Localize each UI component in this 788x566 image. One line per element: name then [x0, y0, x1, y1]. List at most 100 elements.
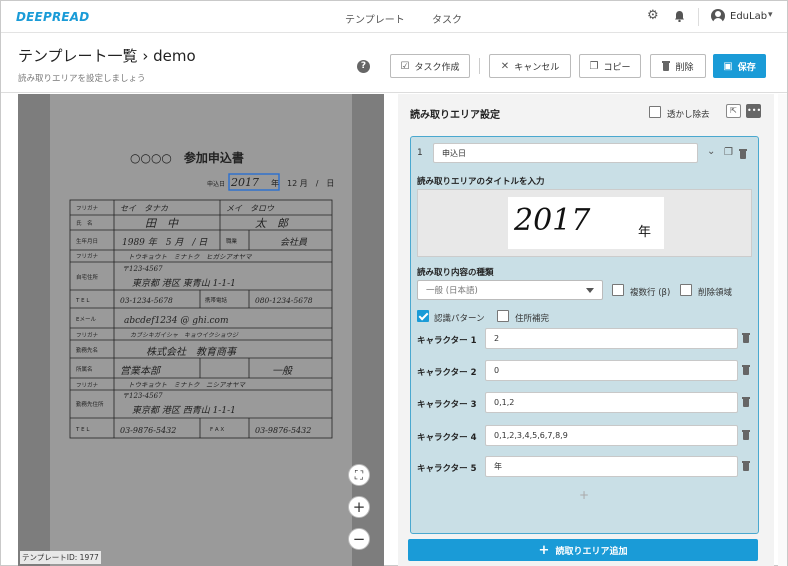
- trash-icon[interactable]: [742, 365, 750, 375]
- copy-button[interactable]: ❐ コピー: [579, 54, 641, 78]
- fit-screen-icon[interactable]: ⛶: [348, 464, 370, 486]
- chevron-down-icon[interactable]: ⌄: [707, 146, 715, 157]
- svg-text:所属名: 所属名: [76, 365, 93, 373]
- svg-text:一般: 一般: [272, 365, 293, 377]
- checkbox-icon: ☑: [400, 60, 410, 72]
- svg-text:セイ タナカ: セイ タナカ: [120, 204, 168, 213]
- trash-icon[interactable]: [742, 333, 750, 343]
- form-handwriting: セイ タナカ メイ タロウ 田 中 太 郎 1989 年 5 月 / 日 会社員…: [120, 204, 313, 435]
- character-label: キャラクター 4: [417, 433, 477, 443]
- bell-icon[interactable]: [674, 10, 685, 22]
- svg-text:勤務先住所: 勤務先住所: [76, 400, 104, 408]
- svg-text:T E L: T E L: [75, 298, 90, 304]
- form-title: ○○○○ 参加申込書: [130, 150, 244, 165]
- pattern-checkbox[interactable]: [417, 310, 429, 322]
- multiline-label: 複数行 (β): [630, 288, 671, 298]
- svg-text:カブシキガイシャ キョウイクショウジ: カブシキガイシャ キョウイクショウジ: [130, 331, 239, 339]
- date-year: 2017: [230, 176, 259, 189]
- close-icon: ✕: [500, 60, 510, 72]
- preview-image: 2017 年: [508, 197, 664, 249]
- create-task-button[interactable]: ☑ タスク作成: [390, 54, 470, 78]
- type-select[interactable]: 一般 (日本語): [417, 280, 603, 300]
- date-rest: 年 12 月 / 日: [271, 178, 334, 188]
- copy-icon[interactable]: ❐: [724, 147, 733, 158]
- zoom-in-icon[interactable]: +: [348, 496, 370, 518]
- preview-handwriting: 2017: [514, 203, 591, 238]
- read-area-card: 1 申込日 ⌄ ❐ 読み取りエリアのタイトルを入力 2017 年 読み取り内容の…: [410, 136, 759, 534]
- character-input[interactable]: 0: [485, 360, 738, 381]
- page-title: テンプレート一覧 › demo: [18, 47, 196, 65]
- character-label: キャラクター 1: [417, 336, 477, 346]
- watermark-checkbox[interactable]: [649, 106, 661, 118]
- svg-text:Eメール: Eメール: [76, 317, 96, 323]
- add-character-icon[interactable]: +: [579, 488, 589, 502]
- date-label: 申込日: [207, 180, 225, 188]
- document-image: .pt{font-family:"DejaVu Sans",sans-serif…: [69, 150, 334, 439]
- avatar[interactable]: [711, 9, 725, 23]
- trash-icon[interactable]: [742, 461, 750, 471]
- copy-icon: ❐: [589, 60, 599, 72]
- add-area-button[interactable]: + 読取りエリア追加: [408, 539, 758, 561]
- svg-text:田 中: 田 中: [145, 217, 179, 230]
- character-input[interactable]: 2: [485, 328, 738, 349]
- scrollbar[interactable]: [778, 94, 787, 566]
- cancel-button[interactable]: ✕ キャンセル: [489, 54, 571, 78]
- svg-text:トウキョウト ミナトク ニシアオヤマ: トウキョウト ミナトク ニシアオヤマ: [128, 381, 247, 389]
- svg-text:フリガナ: フリガナ: [76, 252, 99, 260]
- app-logo[interactable]: DEEPREAD: [16, 10, 89, 24]
- character-label: キャラクター 3: [417, 400, 477, 410]
- gear-icon[interactable]: ⚙: [647, 8, 659, 23]
- svg-text:メイ タロウ: メイ タロウ: [226, 204, 275, 213]
- help-icon[interactable]: ?: [357, 60, 370, 73]
- svg-text:フリガナ: フリガナ: [76, 381, 99, 389]
- delete-area-label: 削除領域: [698, 288, 733, 298]
- chevron-down-icon[interactable]: ▾: [768, 10, 773, 20]
- svg-text:東京都 港区 東青山 1-1-1: 東京都 港区 東青山 1-1-1: [132, 278, 236, 289]
- top-nav: DEEPREAD テンプレート タスク ⚙ EduLab ▾: [1, 1, 787, 33]
- type-label: 読み取り内容の種類: [417, 268, 494, 278]
- svg-text:携帯電話: 携帯電話: [205, 296, 228, 304]
- address-checkbox[interactable]: [497, 310, 509, 322]
- svg-text:〒123-4567: 〒123-4567: [122, 392, 163, 400]
- trash-icon[interactable]: [742, 430, 750, 440]
- character-input[interactable]: 0,1,2: [485, 392, 738, 413]
- more-icon[interactable]: •••: [746, 104, 761, 118]
- svg-text:フリガナ: フリガナ: [76, 331, 99, 339]
- save-button[interactable]: ▣ 保存: [713, 54, 766, 78]
- area-number: 1: [417, 148, 423, 158]
- nav-templates[interactable]: テンプレート: [345, 11, 405, 26]
- area-settings-panel: 読み取りエリア設定 透かし除去 ⇱ ••• 1 申込日 ⌄ ❐ 読み取りエリアの…: [398, 94, 774, 566]
- svg-text:03-9876-5432: 03-9876-5432: [120, 426, 176, 435]
- trash-icon: [662, 61, 671, 71]
- svg-text:03-1234-5678: 03-1234-5678: [120, 296, 173, 305]
- zoom-out-icon[interactable]: −: [348, 528, 370, 550]
- character-input[interactable]: 年: [485, 456, 738, 477]
- svg-text:03-9876-5432: 03-9876-5432: [255, 426, 311, 435]
- character-label: キャラクター 5: [417, 464, 477, 474]
- svg-text:職業: 職業: [226, 237, 238, 245]
- user-name[interactable]: EduLab: [730, 11, 767, 22]
- expand-icon[interactable]: ⇱: [726, 104, 741, 118]
- trash-icon[interactable]: [742, 397, 750, 407]
- delete-area-checkbox[interactable]: [680, 284, 692, 296]
- character-input[interactable]: 0,1,2,3,4,5,6,7,8,9: [485, 425, 738, 446]
- svg-text:1989 年 5 月 / 日: 1989 年 5 月 / 日: [122, 237, 208, 248]
- area-preview: 2017 年: [417, 189, 752, 257]
- area-name-input[interactable]: 申込日: [433, 143, 698, 163]
- svg-text:T E L: T E L: [75, 427, 90, 433]
- floppy-icon: ▣: [723, 60, 733, 72]
- svg-text:080-1234-5678: 080-1234-5678: [255, 296, 313, 305]
- delete-button[interactable]: 削除: [650, 54, 706, 78]
- nav-tasks[interactable]: タスク: [432, 11, 462, 26]
- svg-text:自宅住所: 自宅住所: [76, 273, 99, 281]
- svg-text:トウキョウト ミナトク ヒガシアオヤマ: トウキョウト ミナトク ヒガシアオヤマ: [128, 253, 253, 261]
- trash-icon[interactable]: [739, 149, 747, 159]
- svg-text:フリガナ: フリガナ: [76, 204, 99, 212]
- multiline-checkbox[interactable]: [612, 284, 624, 296]
- plus-icon: +: [538, 542, 550, 558]
- panel-title: 読み取りエリア設定: [410, 110, 500, 121]
- document-viewer[interactable]: .pt{font-family:"DejaVu Sans",sans-serif…: [18, 94, 384, 566]
- svg-text:氏 名: 氏 名: [76, 219, 93, 227]
- svg-text:勤務先名: 勤務先名: [76, 346, 98, 354]
- toolbar-separator: [479, 58, 480, 74]
